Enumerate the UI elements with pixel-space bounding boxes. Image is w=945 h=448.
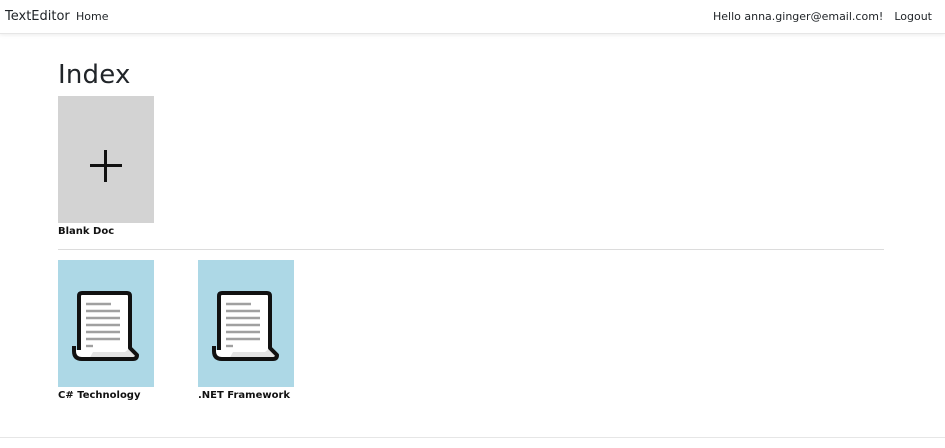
blank-doc-tile[interactable] — [58, 96, 154, 223]
brand-link[interactable]: TextEditor — [5, 9, 70, 24]
plus-icon — [90, 150, 122, 182]
logout-link[interactable]: Logout — [894, 10, 932, 23]
blank-doc-label[interactable]: Blank Doc — [58, 226, 114, 237]
document-tile[interactable] — [198, 260, 294, 387]
document-label[interactable]: C# Technology — [58, 390, 141, 401]
document-icon — [72, 291, 139, 361]
page-title: Index — [58, 60, 131, 90]
footer-divider — [0, 437, 945, 438]
top-navbar: TextEditor Home Hello anna.ginger@email.… — [0, 0, 945, 34]
nav-home-link[interactable]: Home — [76, 10, 108, 23]
document-tile[interactable] — [58, 260, 154, 387]
document-icon — [212, 291, 279, 361]
section-divider — [58, 249, 884, 250]
nav-user-area: Hello anna.ginger@email.com! Logout — [713, 10, 932, 23]
user-greeting: Hello anna.ginger@email.com! — [713, 10, 884, 23]
document-label[interactable]: .NET Framework — [198, 390, 290, 401]
